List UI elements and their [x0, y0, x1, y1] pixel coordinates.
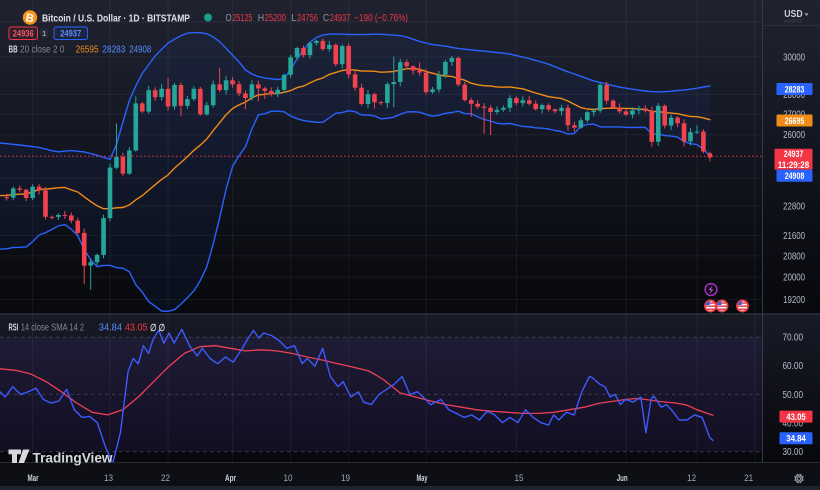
svg-text:20800: 20800: [783, 251, 805, 262]
svg-text:15: 15: [515, 472, 524, 483]
svg-text:∅ ∅: ∅ ∅: [150, 323, 165, 334]
svg-text:13: 13: [104, 472, 113, 483]
svg-text:28283: 28283: [785, 84, 805, 94]
svg-text:20000: 20000: [783, 273, 805, 284]
svg-text:21: 21: [744, 472, 753, 483]
svg-text:Mar: Mar: [28, 472, 39, 483]
svg-text:UNLIMITED: UNLIMITED: [784, 19, 803, 24]
svg-text:May: May: [417, 472, 428, 483]
svg-text:24756: 24756: [297, 13, 318, 24]
svg-text:12: 12: [687, 472, 696, 483]
svg-text:H: H: [258, 13, 264, 24]
svg-text:34.84: 34.84: [99, 323, 123, 334]
svg-text:10: 10: [284, 472, 293, 483]
svg-text:26595: 26595: [76, 45, 99, 56]
svg-text:22800: 22800: [783, 201, 805, 212]
svg-text:25125: 25125: [232, 13, 252, 24]
svg-text:24936: 24936: [13, 29, 34, 39]
svg-text:Jun: Jun: [617, 472, 628, 483]
svg-text:26000: 26000: [783, 130, 805, 141]
svg-text:43.05: 43.05: [786, 412, 806, 422]
svg-text:14 close SMA 14 2: 14 close SMA 14 2: [21, 323, 84, 334]
svg-text:BB: BB: [9, 45, 18, 56]
svg-text:50.00: 50.00: [783, 390, 804, 401]
svg-text:30000: 30000: [783, 52, 805, 63]
svg-text:Bitcoin / U.S. Dollar · 1D · B: Bitcoin / U.S. Dollar · 1D · BITSTAMP: [42, 13, 190, 24]
svg-text:60.00: 60.00: [783, 361, 804, 372]
svg-text:70.00: 70.00: [783, 333, 804, 344]
svg-text:26695: 26695: [785, 116, 805, 126]
svg-text:43.05: 43.05: [125, 323, 148, 334]
svg-text:11:29:28: 11:29:28: [778, 160, 809, 170]
svg-text:28283: 28283: [102, 45, 125, 56]
svg-text:19: 19: [341, 472, 350, 483]
svg-text:RSI: RSI: [9, 323, 19, 334]
svg-text:24908: 24908: [129, 45, 151, 56]
svg-text:O: O: [226, 13, 233, 24]
svg-text:−190 (−0.76%): −190 (−0.76%): [354, 13, 408, 24]
svg-text:34.84: 34.84: [786, 434, 806, 444]
svg-text:21600: 21600: [783, 231, 805, 242]
svg-text:24908: 24908: [785, 171, 805, 181]
svg-text:24937: 24937: [330, 13, 351, 24]
svg-text:25200: 25200: [265, 13, 287, 24]
svg-text:TradingView: TradingView: [33, 451, 114, 467]
svg-text:19200: 19200: [783, 295, 805, 306]
svg-text:C: C: [323, 13, 329, 24]
svg-text:24937: 24937: [60, 29, 81, 39]
svg-text:1: 1: [42, 31, 46, 38]
svg-text:30.00: 30.00: [783, 447, 804, 458]
svg-text:Apr: Apr: [225, 472, 236, 483]
svg-text:24937: 24937: [784, 149, 804, 159]
svg-text:20 close 2 0: 20 close 2 0: [20, 45, 65, 56]
svg-text:22: 22: [161, 472, 170, 483]
